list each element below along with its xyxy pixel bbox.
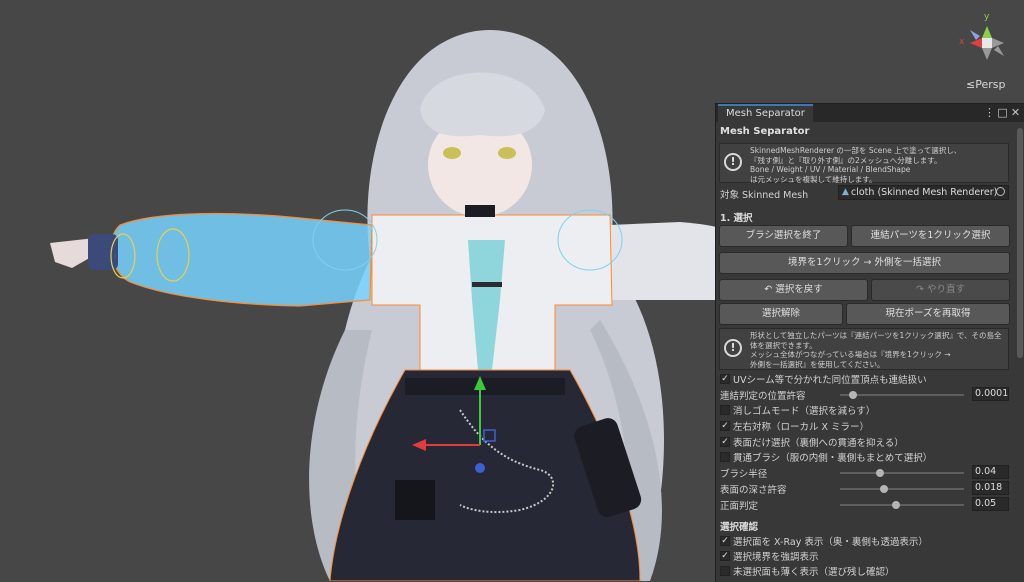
mesh-separator-window: Mesh Separator ⋮ □ ✕ Mesh Separator ! Sk… xyxy=(715,103,1024,582)
tab-mesh-separator[interactable]: Mesh Separator xyxy=(718,104,813,122)
target-mesh-label: 対象 Skinned Mesh xyxy=(720,190,809,201)
gizmo-x-label: x xyxy=(959,37,965,47)
uv-seam-checkbox[interactable]: ✓ xyxy=(720,374,730,384)
end-brush-button[interactable]: ブラシ選択を終了 xyxy=(719,225,848,247)
brush-radius-label: ブラシ半径 xyxy=(720,469,768,480)
depth-tolerance-slider-thumb[interactable] xyxy=(880,485,888,493)
help-text-intro: SkinnedMeshRenderer の一部を Scene 上で塗って選択し、… xyxy=(750,146,962,184)
brush-radius-slider[interactable] xyxy=(840,469,964,477)
more-options-icon[interactable]: ⋮ xyxy=(984,106,995,119)
section-confirm-heading: 選択確認 xyxy=(720,522,759,533)
connected-one-click-button[interactable]: 連結パーツを1クリック選択 xyxy=(851,225,1010,247)
front-judgement-slider[interactable] xyxy=(840,501,964,509)
front-judgement-label: 正面判定 xyxy=(720,501,759,512)
target-mesh-field[interactable]: ▲ cloth (Skinned Mesh Renderer) xyxy=(838,185,1009,200)
uv-seam-label: UVシーム等で分かれた同位置頂点も連結扱い xyxy=(733,375,927,386)
mirror-label: 左右対称（ローカル X ミラー） xyxy=(733,422,870,433)
xray-checkbox[interactable]: ✓ xyxy=(720,536,730,546)
tolerance-slider-thumb[interactable] xyxy=(849,391,857,399)
depth-tolerance-label: 表面の深さ許容 xyxy=(720,485,787,496)
target-mesh-value: cloth (Skinned Mesh Renderer) xyxy=(851,187,998,198)
deselect-button[interactable]: 選択解除 xyxy=(719,303,843,325)
redo-button[interactable]: ↷ やり直す xyxy=(871,279,1010,301)
help-box-intro: ! SkinnedMeshRenderer の一部を Scene 上で塗って選択… xyxy=(719,143,1009,184)
reacquire-pose-button[interactable]: 現在ポーズを再取得 xyxy=(846,303,1010,325)
boundary-outer-button[interactable]: 境界を1クリック → 外側を一括選択 xyxy=(719,252,1010,274)
highlight-border-checkbox[interactable]: ✓ xyxy=(720,551,730,561)
eraser-mode-label: 消しゴムモード（選択を減らす） xyxy=(733,406,876,417)
persp-label[interactable]: ≤Persp xyxy=(966,78,1005,91)
tolerance-slider[interactable] xyxy=(840,391,964,399)
warning-icon: ! xyxy=(724,339,742,357)
surface-only-label: 表面だけ選択（裏側への貫通を抑える） xyxy=(733,438,904,449)
depth-tolerance-slider[interactable] xyxy=(840,485,964,493)
surface-only-checkbox[interactable]: ✓ xyxy=(720,437,730,447)
help-text-connected: 形状として独立したパーツは『連結パーツを1クリック選択』で、その島全体を選択でき… xyxy=(750,331,1002,369)
through-brush-label: 貫通ブラシ（服の内側・裏側もまとめて選択） xyxy=(733,453,933,464)
brush-radius-value-field[interactable]: 0.04 xyxy=(972,465,1009,479)
panel-scrollbar[interactable] xyxy=(1017,128,1023,358)
xray-label: 選択面を X-Ray 表示（奥・裏側も透過表示） xyxy=(733,537,928,548)
close-icon[interactable]: ✕ xyxy=(1010,106,1021,119)
maximize-icon[interactable]: □ xyxy=(997,106,1008,119)
eraser-mode-checkbox[interactable] xyxy=(720,405,730,415)
front-judgement-value-field[interactable]: 0.05 xyxy=(972,497,1009,511)
tolerance-value-field[interactable]: 0.0001 xyxy=(972,387,1009,401)
faint-unselected-checkbox[interactable] xyxy=(720,566,730,576)
depth-tolerance-value-field[interactable]: 0.018 xyxy=(972,481,1009,495)
warning-icon: ! xyxy=(724,153,742,171)
object-picker-icon[interactable] xyxy=(996,187,1005,196)
through-brush-checkbox[interactable] xyxy=(720,452,730,462)
gizmo-y-label: y xyxy=(984,12,990,22)
highlight-border-label: 選択境界を強調表示 xyxy=(733,552,819,563)
panel-title: Mesh Separator xyxy=(720,126,810,137)
tolerance-label: 連結判定の位置許容 xyxy=(720,391,806,402)
mirror-checkbox[interactable]: ✓ xyxy=(720,421,730,431)
faint-unselected-label: 未選択面も薄く表示（選び残し確認） xyxy=(733,567,895,578)
mesh-icon: ▲ xyxy=(842,187,849,197)
tab-bar: Mesh Separator ⋮ □ ✕ xyxy=(716,104,1024,122)
undo-select-button[interactable]: ↶ 選択を戻す xyxy=(719,279,868,301)
front-judgement-slider-thumb[interactable] xyxy=(892,501,900,509)
section-select-heading: 1. 選択 xyxy=(720,213,753,224)
help-box-connected: ! 形状として独立したパーツは『連結パーツを1クリック選択』で、その島全体を選択… xyxy=(719,328,1009,370)
brush-radius-slider-thumb[interactable] xyxy=(876,469,884,477)
